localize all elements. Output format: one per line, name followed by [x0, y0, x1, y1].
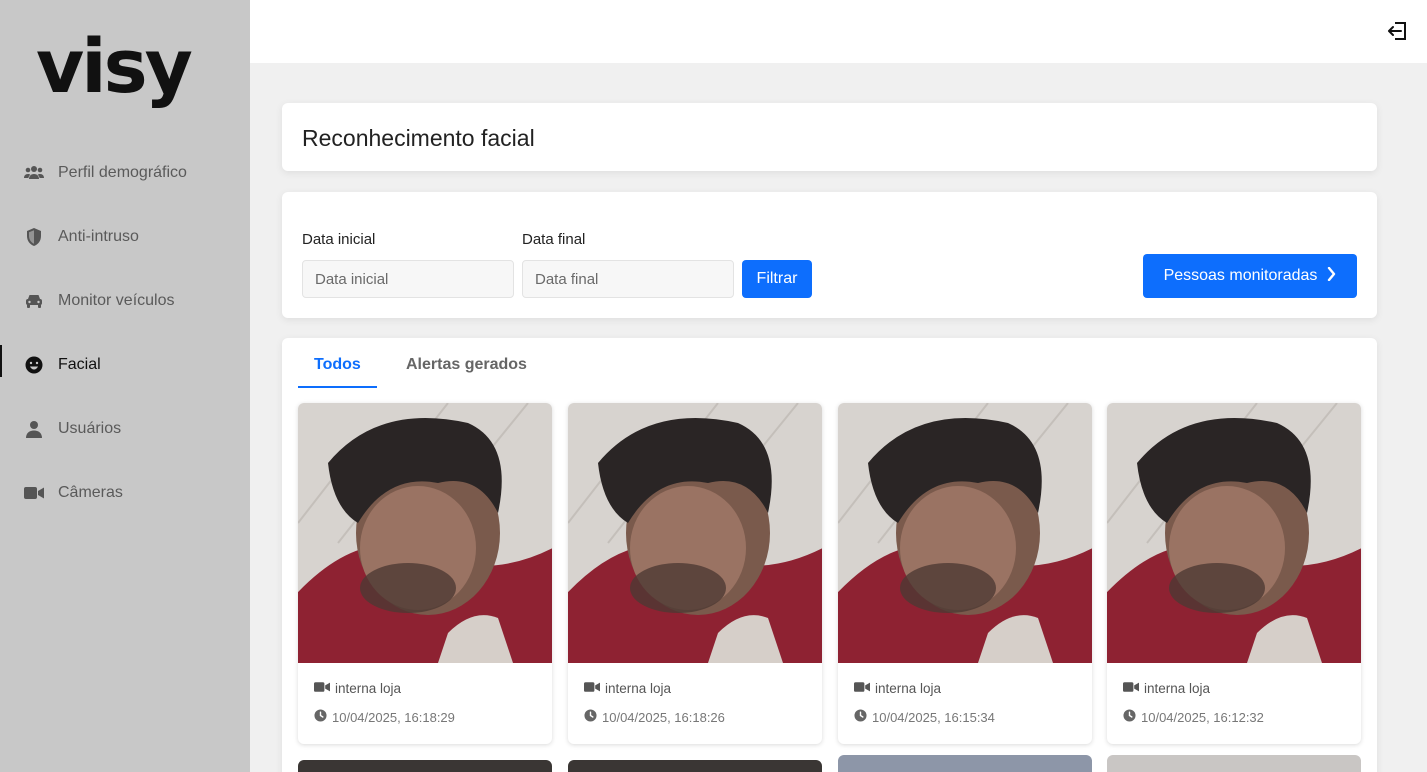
camera-info: interna loja: [854, 681, 941, 696]
capture-time: 10/04/2025, 16:12:32: [1123, 709, 1264, 725]
clock-icon: [314, 709, 327, 725]
sidebar-item-anti-intruso[interactable]: Anti-intruso: [0, 217, 250, 257]
camera-name: interna loja: [1144, 681, 1211, 696]
video-icon: [584, 681, 600, 696]
filter-button[interactable]: Filtrar: [742, 260, 812, 298]
shield-icon: [24, 227, 44, 247]
sidebar-item-facial[interactable]: Facial: [0, 345, 250, 385]
face-capture-card[interactable]: interna loja 10/04/2025, 16:18:26: [568, 403, 822, 744]
face-capture-card[interactable]: [1107, 755, 1361, 772]
face-capture-image[interactable]: [298, 403, 552, 663]
svg-text:visy: visy: [36, 30, 192, 110]
tab-todos[interactable]: Todos: [298, 356, 377, 388]
face-capture-card[interactable]: interna loja 10/04/2025, 16:15:34: [838, 403, 1092, 744]
sidebar-item-label: Câmeras: [58, 484, 123, 501]
clock-icon: [1123, 709, 1136, 725]
face-capture-card[interactable]: [298, 760, 552, 772]
capture-timestamp: 10/04/2025, 16:12:32: [1141, 709, 1264, 725]
face-capture-image[interactable]: [1107, 403, 1361, 663]
car-icon: [24, 291, 44, 311]
start-date-label: Data inicial: [302, 231, 376, 248]
tab-alertas-gerados[interactable]: Alertas gerados: [390, 356, 543, 388]
video-icon: [854, 681, 870, 696]
face-capture-image[interactable]: [838, 403, 1092, 663]
visy-logo[interactable]: visy: [36, 30, 208, 122]
chevron-right-icon: [1327, 266, 1336, 286]
monitored-people-label: Pessoas monitoradas: [1163, 267, 1318, 284]
smile-icon: [24, 355, 44, 375]
sidebar-item-label: Usuários: [58, 420, 122, 437]
sidebar-item-perfil-demografico[interactable]: Perfil demográfico: [0, 153, 250, 193]
capture-timestamp: 10/04/2025, 16:18:26: [602, 709, 725, 725]
video-icon: [24, 483, 44, 503]
capture-timestamp: 10/04/2025, 16:15:34: [872, 709, 995, 725]
logout-icon[interactable]: [1386, 19, 1410, 43]
monitored-people-button[interactable]: Pessoas monitoradas: [1143, 254, 1357, 298]
face-capture-card[interactable]: [568, 760, 822, 772]
end-date-input[interactable]: [522, 260, 734, 298]
video-icon: [1123, 681, 1139, 696]
video-icon: [314, 681, 330, 696]
users-icon: [24, 163, 44, 183]
camera-name: interna loja: [605, 681, 672, 696]
capture-time: 10/04/2025, 16:18:29: [314, 709, 455, 725]
sidebar-item-monitor-veiculos[interactable]: Monitor veículos: [0, 281, 250, 321]
sidebar-item-label: Anti-intruso: [58, 228, 139, 245]
face-capture-card[interactable]: [838, 755, 1092, 772]
camera-info: interna loja: [1123, 681, 1210, 696]
sidebar-item-label: Perfil demográfico: [58, 164, 187, 181]
camera-info: interna loja: [584, 681, 671, 696]
camera-name: interna loja: [335, 681, 402, 696]
sidebar-item-label: Facial: [58, 356, 101, 373]
user-icon: [24, 419, 44, 439]
sidebar: visy Perfil demográfico Anti-intruso Mon…: [0, 0, 250, 772]
face-capture-card[interactable]: interna loja 10/04/2025, 16:18:29: [298, 403, 552, 744]
sidebar-item-usuarios[interactable]: Usuários: [0, 409, 250, 449]
end-date-label: Data final: [522, 231, 586, 248]
filter-card: Data inicial Data final Filtrar Pessoas …: [282, 192, 1377, 318]
sidebar-item-cameras[interactable]: Câmeras: [0, 473, 250, 513]
page-title-card: Reconhecimento facial: [282, 103, 1377, 171]
camera-name: interna loja: [875, 681, 942, 696]
capture-time: 10/04/2025, 16:15:34: [854, 709, 995, 725]
start-date-input[interactable]: [302, 260, 514, 298]
face-capture-image[interactable]: [568, 403, 822, 663]
camera-info: interna loja: [314, 681, 401, 696]
top-bar: [250, 0, 1427, 63]
page-title: Reconhecimento facial: [302, 125, 535, 151]
capture-time: 10/04/2025, 16:18:26: [584, 709, 725, 725]
sidebar-item-label: Monitor veículos: [58, 292, 175, 309]
capture-timestamp: 10/04/2025, 16:18:29: [332, 709, 455, 725]
clock-icon: [854, 709, 867, 725]
face-capture-card[interactable]: interna loja 10/04/2025, 16:12:32: [1107, 403, 1361, 744]
clock-icon: [584, 709, 597, 725]
